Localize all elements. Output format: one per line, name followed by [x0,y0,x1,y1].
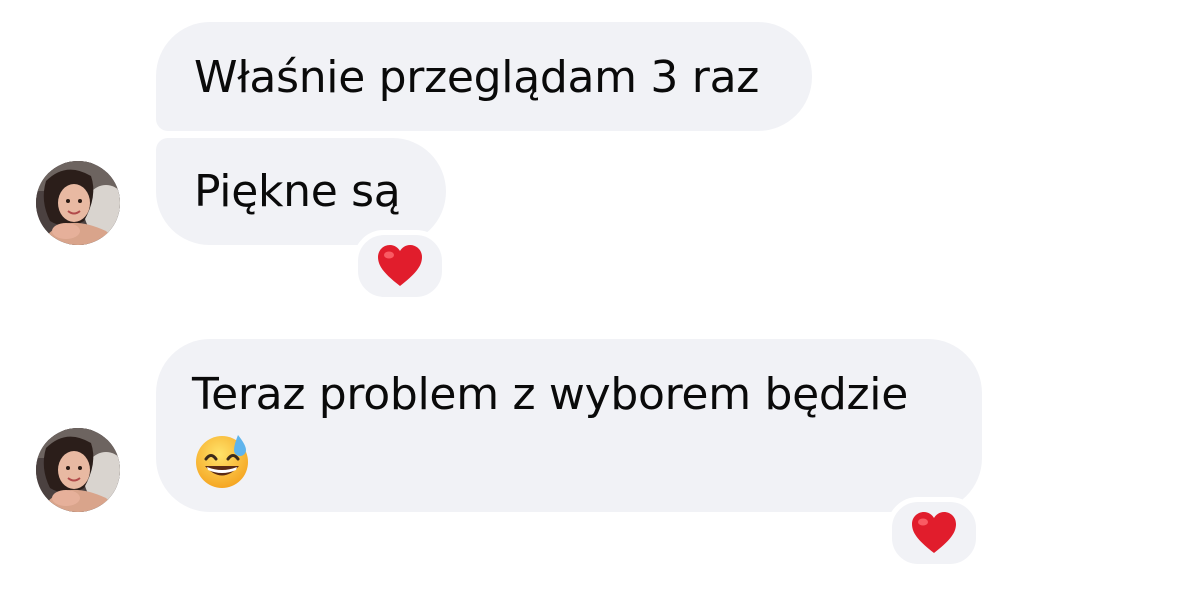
sender-avatar[interactable] [36,428,120,512]
woman-portrait-avatar-icon [36,161,120,245]
heart-icon [378,245,422,286]
message-text: Właśnie przeglądam 3 raz [194,52,760,103]
heart-reaction[interactable] [887,497,981,569]
woman-portrait-avatar-icon [36,428,120,512]
message-bubble[interactable]: Właśnie przeglądam 3 raz [156,22,812,131]
message-bubble[interactable]: Piękne są [156,138,446,245]
heart-icon [912,512,956,553]
heart-reaction[interactable] [353,230,447,302]
message-text: Teraz problem z wyborem będzie [192,369,908,420]
message-bubble[interactable]: Teraz problem z wyborem będzie [156,339,982,512]
sender-avatar[interactable] [36,161,120,245]
grinning-sweat-emoji-icon [194,433,250,505]
message-text: Piękne są [194,166,401,217]
